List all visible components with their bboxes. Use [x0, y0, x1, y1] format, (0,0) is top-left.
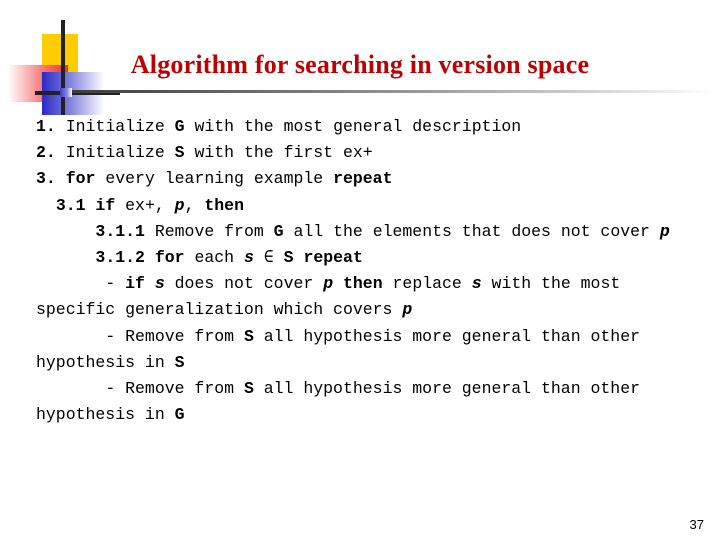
algorithm-text-segment: 3.1.1	[36, 221, 155, 241]
algorithm-text-segment: S	[243, 326, 254, 346]
algorithm-text-segment: for	[65, 169, 96, 189]
algorithm-text-segment: 3.1.2	[36, 248, 155, 268]
algorithm-text-segment: then	[343, 274, 383, 294]
algorithm-text-segment: does not cover	[164, 274, 324, 294]
algorithm-text-segment: Initialize	[65, 117, 175, 136]
algorithm-text-segment: 3.	[36, 169, 66, 189]
algorithm-text-segment: G	[174, 117, 185, 136]
algorithm-text-segment: if	[125, 274, 145, 294]
algorithm-text-segment: p	[174, 195, 185, 215]
algorithm-text-segment: G	[174, 405, 185, 425]
algorithm-text-segment: repeat	[303, 248, 363, 268]
algorithm-text-segment: p	[402, 300, 413, 320]
algorithm-text-segment: S	[243, 379, 254, 399]
algorithm-text-segment: p	[659, 221, 670, 241]
algorithm-body: 1. Initialize G with the most general de…	[36, 114, 696, 428]
algorithm-line: 2. Initialize S with the first ex+	[36, 140, 696, 166]
algorithm-text-segment: replace	[382, 274, 472, 294]
algorithm-text-segment: every learning example	[95, 169, 334, 189]
algorithm-line: - Remove from S all hypothesis more gene…	[36, 324, 696, 376]
algorithm-text-segment: repeat	[333, 169, 393, 189]
algorithm-text-segment: s	[471, 274, 482, 294]
algorithm-text-segment: 1.	[36, 117, 66, 136]
algorithm-text-segment: Remove from	[154, 221, 274, 241]
algorithm-line: - Remove from S all hypothesis more gene…	[36, 376, 696, 428]
algorithm-line: 3.1 if ex+, p, then	[36, 193, 696, 219]
algorithm-text-segment: G	[273, 221, 284, 241]
algorithm-text-segment: each	[184, 248, 244, 268]
algorithm-text-segment: ,	[184, 195, 205, 215]
algorithm-text-segment: 3.1	[36, 195, 96, 215]
algorithm-text-segment: - Remove from	[36, 379, 244, 399]
algorithm-text-segment: - Remove from	[36, 326, 244, 346]
algorithm-text-segment: S	[174, 352, 185, 372]
algorithm-line: 1. Initialize G with the most general de…	[36, 114, 696, 140]
algorithm-text-segment: then	[204, 195, 244, 215]
algorithm-text-segment: p	[323, 274, 334, 294]
algorithm-text-segment: 2.	[36, 143, 66, 163]
algorithm-text-segment: all the elements that does not cover	[283, 221, 660, 241]
title-divider-accent	[60, 88, 72, 97]
algorithm-line: - if s does not cover p then replace s w…	[36, 271, 696, 323]
algorithm-text-segment	[333, 274, 343, 293]
algorithm-text-segment	[145, 274, 155, 293]
algorithm-text-segment: Initialize	[65, 143, 175, 163]
algorithm-text-segment: if	[95, 195, 116, 215]
algorithm-text-segment: with the most general description	[184, 117, 522, 136]
algorithm-text-segment: with the first ex+	[184, 143, 373, 163]
algorithm-text-segment: S	[174, 143, 185, 163]
page-number: 37	[689, 517, 704, 532]
algorithm-text-segment	[294, 248, 304, 267]
algorithm-text-segment: ex+,	[115, 195, 175, 215]
algorithm-line: 3.1.2 for each s ∈ S repeat	[36, 245, 696, 271]
algorithm-line: 3.1.1 Remove from G all the elements tha…	[36, 219, 696, 245]
slide-title: Algorithm for searching in version space	[130, 50, 590, 79]
algorithm-text-segment: ∈	[253, 248, 284, 268]
algorithm-text-segment: s	[243, 248, 254, 268]
algorithm-line: 3. for every learning example repeat	[36, 166, 696, 192]
algorithm-text-segment: S	[283, 248, 294, 268]
algorithm-text-segment: for	[154, 248, 185, 268]
title-divider	[60, 90, 715, 93]
algorithm-text-segment: s	[154, 274, 165, 294]
algorithm-text-segment: -	[36, 274, 126, 294]
